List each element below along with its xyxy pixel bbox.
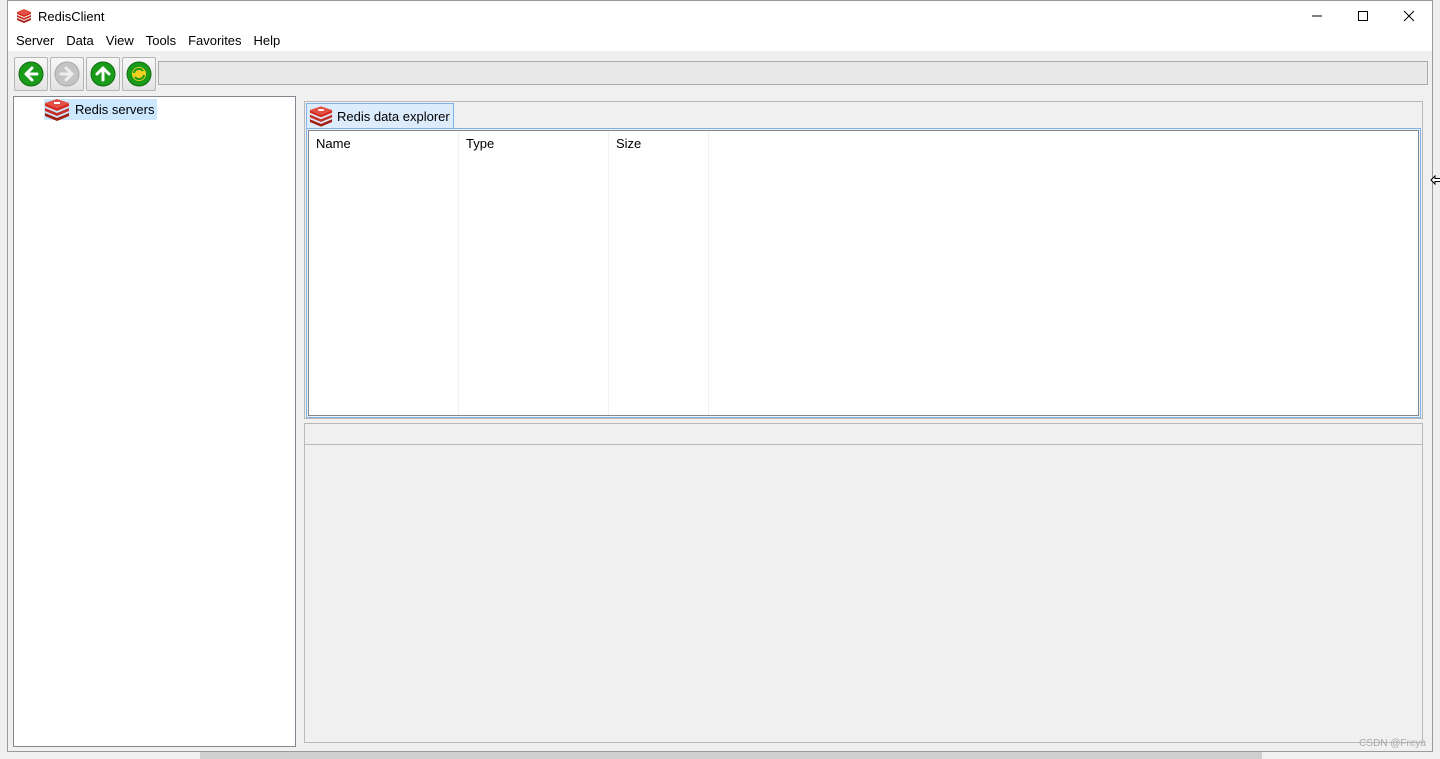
maximize-button[interactable] — [1340, 1, 1386, 31]
toolbar — [8, 55, 1432, 93]
tab-content: Name Type Size — [306, 128, 1421, 418]
tree-item-label: Redis servers — [75, 102, 155, 117]
column-type: Type — [459, 131, 609, 415]
details-panel — [304, 423, 1423, 743]
column-header-type[interactable]: Type — [466, 136, 494, 151]
tab-redis-data-explorer[interactable]: Redis data explorer — [306, 103, 454, 128]
refresh-icon — [126, 61, 152, 87]
menu-bar: Server Data View Tools Favorites Help — [8, 31, 1432, 51]
menu-help[interactable]: Help — [248, 31, 287, 51]
menu-tools[interactable]: Tools — [140, 31, 182, 51]
arrow-right-icon — [54, 61, 80, 87]
redis-icon — [45, 98, 69, 121]
tab-label: Redis data explorer — [337, 108, 450, 124]
back-button[interactable] — [14, 57, 48, 91]
server-tree[interactable]: Redis servers — [13, 96, 296, 747]
menu-server[interactable]: Server — [10, 31, 60, 51]
column-header-name[interactable]: Name — [316, 136, 351, 151]
column-size: Size — [609, 131, 709, 415]
address-bar[interactable] — [158, 61, 1428, 85]
details-panel-header — [305, 424, 1422, 445]
column-header-size[interactable]: Size — [616, 136, 641, 151]
data-list-view[interactable]: Name Type Size — [308, 130, 1419, 416]
close-button[interactable] — [1386, 1, 1432, 31]
maximize-icon — [1358, 11, 1368, 21]
resize-cursor-icon — [1430, 174, 1440, 186]
data-explorer-panel: Redis data explorer Name Type Size — [304, 101, 1423, 419]
arrow-up-icon — [90, 61, 116, 87]
minimize-icon — [1312, 15, 1322, 17]
minimize-button[interactable] — [1294, 1, 1340, 31]
tree-item-redis-servers[interactable]: Redis servers — [44, 98, 158, 121]
forward-button[interactable] — [50, 57, 84, 91]
menu-view[interactable]: View — [100, 31, 140, 51]
title-bar: RedisClient — [8, 1, 1432, 31]
window-title: RedisClient — [38, 8, 105, 24]
close-icon — [1403, 10, 1415, 22]
redis-icon — [309, 105, 333, 127]
app-window: RedisClient Server Data View Tools Favor… — [7, 0, 1440, 752]
up-button[interactable] — [86, 57, 120, 91]
menu-favorites[interactable]: Favorites — [182, 31, 247, 51]
refresh-button[interactable] — [122, 57, 156, 91]
background-window-strip — [200, 752, 1262, 759]
column-name: Name — [309, 131, 459, 415]
arrow-left-icon — [18, 61, 44, 87]
watermark: CSDN @Freya — [1359, 738, 1426, 749]
redis-icon — [17, 9, 31, 23]
menu-data[interactable]: Data — [60, 31, 99, 51]
